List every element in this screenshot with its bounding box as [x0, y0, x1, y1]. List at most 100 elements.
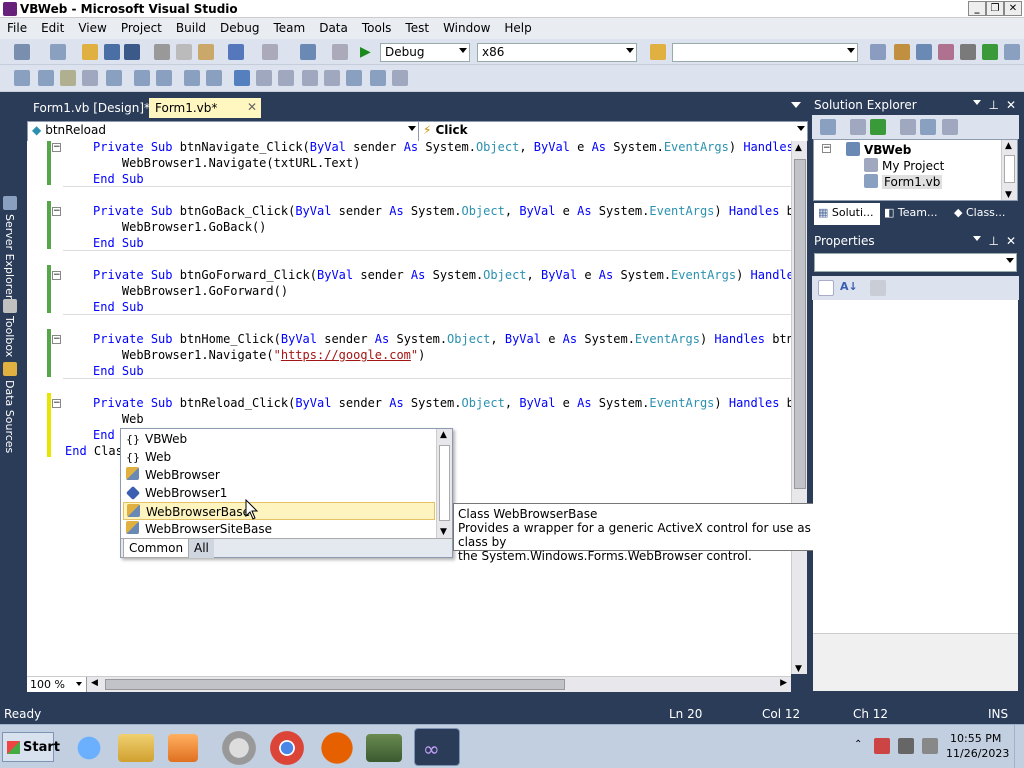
menu-data[interactable]: Data — [312, 18, 355, 35]
zoom-dropdown[interactable]: 100 % — [27, 677, 87, 692]
scroll-up-icon[interactable]: ▲ — [1005, 141, 1012, 151]
next-bookmark-in-document-icon[interactable] — [370, 70, 386, 86]
start-button[interactable]: Start — [2, 732, 60, 762]
scroll-up-icon[interactable]: ▲ — [795, 143, 802, 153]
maximize-button[interactable]: ❐ — [986, 1, 1004, 16]
display-object-member-list-icon[interactable] — [14, 70, 30, 86]
completion-item[interactable]: WebBrowserSiteBase — [123, 520, 435, 538]
code-editor[interactable]: − − − − − Private Sub btnNavigate_Click(… — [27, 141, 791, 678]
find-in-files-icon[interactable] — [650, 44, 666, 60]
next-bookmark-folder-icon[interactable] — [324, 70, 340, 86]
view-designer-icon[interactable] — [920, 119, 936, 135]
scroll-thumb[interactable] — [794, 159, 806, 489]
undo-icon[interactable] — [228, 44, 244, 60]
scroll-down-icon[interactable]: ▼ — [1005, 190, 1012, 200]
clock-time[interactable]: 10:55 PM — [950, 732, 1001, 745]
tree-item-form1[interactable]: Form1.vb — [882, 175, 943, 189]
chromium-icon[interactable] — [218, 730, 260, 766]
collapse-region-icon[interactable]: − — [52, 399, 61, 408]
firefox-icon[interactable] — [316, 730, 358, 766]
network-app-icon[interactable] — [366, 734, 402, 762]
close-panel-icon[interactable]: ✕ — [1006, 98, 1016, 112]
editor-vertical-scrollbar[interactable]: ▲ ▼ — [791, 141, 807, 674]
scroll-thumb[interactable] — [439, 445, 450, 521]
menu-tools[interactable]: Tools — [355, 18, 399, 35]
scroll-down-icon[interactable]: ▼ — [795, 664, 802, 674]
property-pages-icon[interactable] — [870, 280, 886, 296]
minimize-button[interactable]: _ — [968, 1, 986, 16]
file-explorer-icon[interactable] — [118, 734, 154, 762]
scroll-down-icon[interactable]: ▼ — [440, 527, 447, 537]
project-root[interactable]: VBWeb — [864, 143, 911, 157]
show-all-files-icon[interactable] — [850, 119, 866, 135]
save-icon[interactable] — [104, 44, 120, 60]
menu-file[interactable]: File — [0, 18, 34, 35]
tab-solution-explorer[interactable]: ▦ Soluti... — [814, 203, 880, 225]
horizontal-scroll-thumb[interactable] — [105, 679, 565, 690]
menu-team[interactable]: Team — [266, 18, 312, 35]
new-project-icon[interactable] — [14, 44, 30, 60]
tab-class-view[interactable]: ◆ Class... — [954, 206, 1005, 219]
menu-help[interactable]: Help — [497, 18, 538, 35]
alphabetical-sort-icon[interactable]: A↓ — [840, 280, 858, 296]
close-panel-icon[interactable]: ✕ — [1006, 234, 1016, 248]
properties-window-icon[interactable] — [894, 44, 910, 60]
tab-form1-vb[interactable]: Form1.vb* ✕ — [149, 98, 261, 118]
quick-info-icon[interactable] — [60, 70, 76, 86]
scroll-up-icon[interactable]: ▲ — [440, 430, 447, 440]
network-icon[interactable] — [898, 738, 914, 754]
toolbox-tab[interactable]: Toolbox — [3, 316, 16, 357]
chrome-icon[interactable] — [266, 730, 308, 766]
word-completion-icon[interactable] — [82, 70, 98, 86]
completion-item[interactable]: {} VBWeb — [123, 430, 435, 448]
clock-date[interactable]: 11/26/2023 — [946, 747, 1009, 760]
visual-studio-taskbar-button[interactable]: ∞ — [414, 728, 460, 766]
collapse-region-icon[interactable]: − — [52, 207, 61, 216]
clear-bookmarks-icon[interactable] — [392, 70, 408, 86]
completion-item[interactable]: WebBrowser — [123, 466, 435, 484]
extension-manager-icon[interactable] — [960, 44, 976, 60]
parameter-info-icon[interactable] — [38, 70, 54, 86]
object-browser-icon[interactable] — [916, 44, 932, 60]
action-center-icon[interactable] — [874, 738, 890, 754]
menu-build[interactable]: Build — [169, 18, 213, 35]
completion-item-selected[interactable]: WebBrowserBase — [123, 502, 435, 520]
scroll-left-icon[interactable]: ◀ — [91, 678, 98, 688]
menu-edit[interactable]: Edit — [34, 18, 71, 35]
show-hidden-icons[interactable]: ⌃ — [854, 739, 862, 750]
increase-indent-icon[interactable] — [134, 70, 150, 86]
collapse-node-icon[interactable]: − — [822, 144, 831, 153]
method-name-dropdown[interactable]: ⚡ Click — [418, 122, 807, 141]
properties-icon[interactable] — [820, 119, 836, 135]
tab-overflow-chevron-icon[interactable] — [791, 102, 801, 108]
auto-hide-pin-icon[interactable]: ⊥ — [989, 234, 999, 248]
menu-view[interactable]: View — [71, 18, 113, 35]
collapse-region-icon[interactable]: − — [52, 335, 61, 344]
view-code-icon[interactable] — [900, 119, 916, 135]
navigate-backward-icon[interactable] — [300, 44, 316, 60]
server-explorer-tab[interactable]: Server Explorer — [3, 214, 16, 299]
menu-debug[interactable]: Debug — [213, 18, 266, 35]
cut-icon[interactable] — [154, 44, 170, 60]
copy-icon[interactable] — [176, 44, 192, 60]
categorized-icon[interactable] — [818, 280, 834, 296]
class-name-dropdown[interactable]: ◆ btnReload — [28, 122, 418, 141]
comment-out-icon[interactable] — [156, 70, 172, 86]
collapse-region-icon[interactable]: − — [52, 143, 61, 152]
scroll-thumb[interactable] — [1004, 155, 1015, 183]
internet-explorer-icon[interactable] — [68, 730, 110, 766]
menu-window[interactable]: Window — [436, 18, 497, 35]
completion-item[interactable]: WebBrowser1 — [123, 484, 435, 502]
toolbox-icon[interactable] — [938, 44, 954, 60]
start-debugging-icon[interactable]: ▶ — [360, 44, 376, 60]
next-bookmark-icon[interactable] — [278, 70, 294, 86]
open-file-icon[interactable] — [82, 44, 98, 60]
previous-bookmark-icon[interactable] — [256, 70, 272, 86]
tree-item-my-project[interactable]: My Project — [882, 159, 944, 173]
tab-team-explorer[interactable]: ◧ Team... — [884, 206, 937, 219]
redo-icon[interactable] — [262, 44, 278, 60]
show-desktop-button[interactable] — [1014, 725, 1024, 768]
refresh-icon[interactable] — [870, 119, 886, 135]
completion-scrollbar[interactable]: ▲ ▼ — [436, 429, 452, 538]
solution-configuration-dropdown[interactable]: Debug — [380, 43, 470, 62]
